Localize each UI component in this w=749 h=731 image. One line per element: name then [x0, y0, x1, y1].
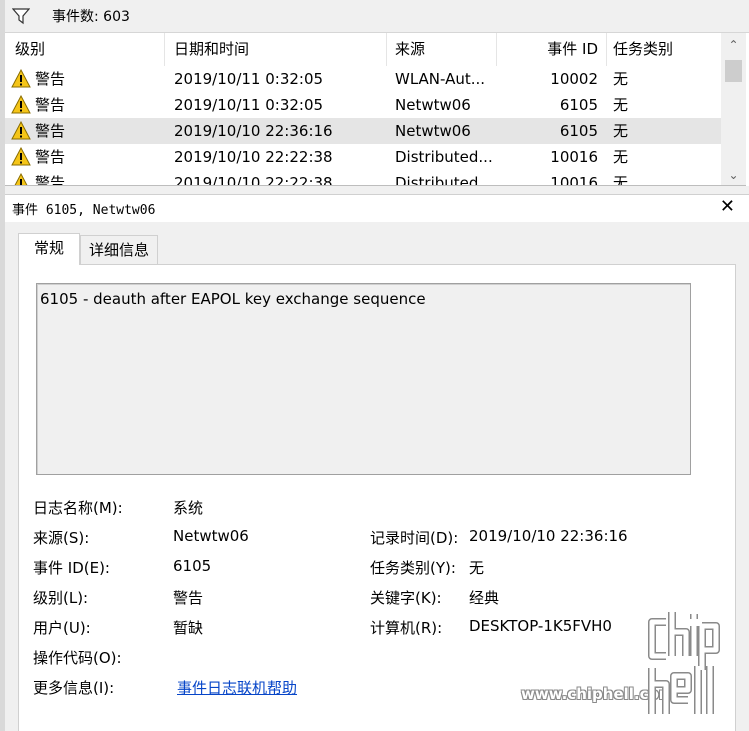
opcode-label: 操作代码(O): [33, 649, 122, 667]
row-level: 警告 [35, 174, 66, 186]
event-id-label: 事件 ID(E): [33, 559, 110, 577]
chevron-up-icon[interactable]: ⌃ [721, 35, 746, 55]
close-icon[interactable]: ✕ [720, 196, 735, 217]
event-detail-pane: 常规 详细信息 6105 - deauth after EAPOL key ex… [5, 222, 749, 731]
filter-bar: 事件数: 603 [5, 0, 749, 33]
row-source: Netwtw06 [395, 122, 471, 140]
column-header-source[interactable]: 来源 [387, 33, 497, 66]
level-value: 警告 [173, 589, 204, 607]
row-level: 警告 [35, 148, 66, 166]
task-category-label: 任务类别(Y): [370, 559, 456, 577]
log-name-label: 日志名称(M): [33, 499, 123, 517]
user-value: 暂缺 [173, 619, 204, 637]
row-event-id: 10016 [550, 174, 598, 186]
tab-details[interactable]: 详细信息 [80, 235, 158, 265]
row-task: 无 [613, 96, 629, 114]
table-row[interactable]: 警告 2019/10/10 22:22:38 Distributed... 10… [5, 144, 721, 170]
row-event-id: 10016 [550, 148, 598, 166]
row-datetime: 2019/10/10 22:36:16 [174, 122, 333, 140]
row-datetime: 2019/10/11 0:32:05 [174, 96, 324, 114]
chiphell-logo [648, 612, 720, 714]
logged-value: 2019/10/10 22:36:16 [469, 527, 628, 545]
online-help-link[interactable]: 事件日志联机帮助 [177, 677, 297, 698]
row-source: Netwtw06 [395, 96, 471, 114]
source-label: 来源(S): [33, 529, 90, 547]
column-header-level[interactable]: 级别 [5, 33, 165, 66]
row-level: 警告 [35, 122, 66, 140]
list-header: 级别 日期和时间 来源 事件 ID 任务类别 [5, 33, 721, 66]
computer-value: DESKTOP-1K5FVH0 [469, 617, 612, 635]
column-header-event-id[interactable]: 事件 ID [497, 33, 607, 66]
row-task: 无 [613, 70, 629, 88]
event-list[interactable]: 级别 日期和时间 来源 事件 ID 任务类别 警告 2019/10/11 0:3… [5, 33, 746, 186]
table-row-selected[interactable]: 警告 2019/10/10 22:36:16 Netwtw06 6105 无 [5, 118, 721, 144]
column-header-task-category[interactable]: 任务类别 [607, 33, 721, 66]
column-header-datetime[interactable]: 日期和时间 [165, 33, 387, 66]
row-task: 无 [613, 148, 629, 166]
more-info-label: 更多信息(I): [33, 679, 115, 697]
row-level: 警告 [35, 70, 66, 88]
row-datetime: 2019/10/10 22:22:38 [174, 174, 333, 186]
row-task: 无 [613, 174, 629, 186]
table-row[interactable]: 警告 2019/10/11 0:32:05 Netwtw06 6105 无 [5, 92, 721, 118]
general-panel: 6105 - deauth after EAPOL key exchange s… [18, 264, 736, 731]
row-source: Distributed... [395, 148, 493, 166]
warning-icon [11, 95, 31, 114]
keywords-value: 经典 [469, 589, 500, 607]
user-label: 用户(U): [33, 619, 91, 637]
row-event-id: 6105 [559, 96, 598, 114]
warning-icon [14, 173, 28, 185]
event-rows: 警告 2019/10/11 0:32:05 WLAN-Aut... 10002 … [5, 66, 721, 186]
pane-splitter[interactable] [5, 186, 749, 195]
task-category-value: 无 [469, 559, 485, 577]
event-detail-title: 事件 6105, Netwtw06 [12, 203, 156, 218]
event-count-label: 事件数: 603 [52, 9, 130, 25]
row-event-id: 10002 [550, 70, 598, 88]
row-source: Distributed... [395, 174, 493, 186]
log-name-value: 系统 [173, 499, 204, 517]
scrollbar-thumb[interactable] [725, 60, 742, 82]
table-row[interactable]: 警告 2019/10/10 22:22:38 Distributed... 10… [5, 170, 721, 186]
vertical-scrollbar[interactable]: ⌃ ⌄ [721, 33, 746, 185]
event-detail-header: 事件 6105, Netwtw06 ✕ [5, 195, 749, 221]
row-level: 警告 [35, 96, 66, 114]
event-description: 6105 - deauth after EAPOL key exchange s… [40, 290, 426, 308]
row-datetime: 2019/10/10 22:22:38 [174, 148, 333, 166]
tab-general[interactable]: 常规 [18, 233, 80, 265]
description-box[interactable]: 6105 - deauth after EAPOL key exchange s… [36, 283, 691, 475]
level-label: 级别(L): [33, 589, 89, 607]
computer-label: 计算机(R): [370, 619, 443, 637]
source-value: Netwtw06 [173, 527, 249, 545]
row-source: WLAN-Aut... [395, 70, 486, 88]
chevron-down-icon[interactable]: ⌄ [721, 165, 746, 185]
row-task: 无 [613, 122, 629, 140]
row-datetime: 2019/10/11 0:32:05 [174, 70, 324, 88]
event-id-value: 6105 [173, 557, 212, 575]
warning-icon [11, 121, 31, 140]
keywords-label: 关键字(K): [370, 589, 442, 607]
warning-icon [11, 147, 31, 166]
filter-icon[interactable] [12, 7, 30, 25]
logged-label: 记录时间(D): [370, 529, 459, 547]
warning-icon [11, 69, 31, 88]
row-event-id: 6105 [559, 122, 598, 140]
table-row[interactable]: 警告 2019/10/11 0:32:05 WLAN-Aut... 10002 … [5, 66, 721, 92]
